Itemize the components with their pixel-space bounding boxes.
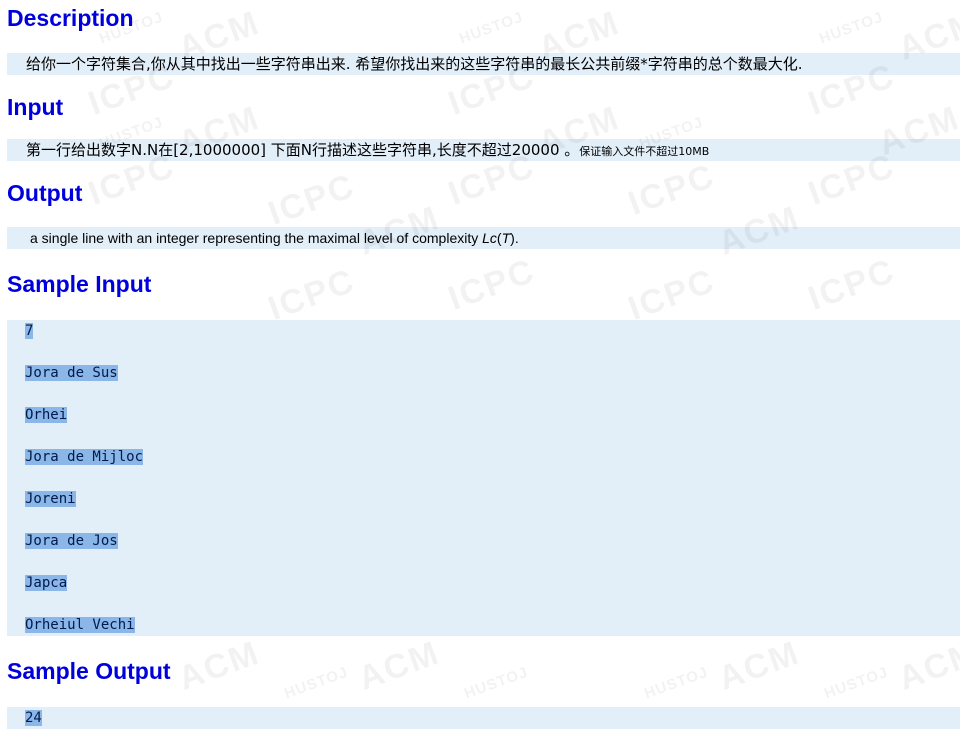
sample-input-line[interactable]: Jora de Mijloc: [25, 446, 960, 488]
sample-input-title: Sample Input: [7, 271, 152, 297]
sample-output-block: 24: [7, 707, 960, 729]
input-note: 保证输入文件不超过10MB: [579, 145, 710, 158]
input-panel: 第一行给出数字N.N在[2,1000000] 下面N行描述这些字符串,长度不超过…: [7, 139, 960, 161]
output-text-main: a single line with an integer representi…: [30, 230, 483, 246]
sample-input-line[interactable]: Jora de Sus: [25, 362, 960, 404]
description-text: 给你一个字符集合,你从其中找出一些字符串出来. 希望你找出来的这些字符串的最长公…: [26, 55, 803, 73]
output-title: Output: [7, 180, 83, 206]
output-text: a single line with an integer representi…: [7, 227, 960, 249]
sample-output-panel: 24: [7, 707, 960, 729]
sample-input-line[interactable]: Orhei: [25, 404, 960, 446]
sample-input-line[interactable]: Japca: [25, 572, 960, 614]
description-title: Description: [7, 5, 134, 31]
sample-input-line[interactable]: 7: [25, 320, 960, 362]
sample-input-panel: 7 Jora de Sus Orhei Jora de Mijloc Joren…: [7, 320, 960, 636]
input-text-line: 第一行给出数字N.N在[2,1000000] 下面N行描述这些字符串,长度不超过…: [7, 139, 960, 161]
output-panel: a single line with an integer representi…: [7, 227, 960, 249]
sample-input-line[interactable]: Jora de Jos: [25, 530, 960, 572]
description-panel: 给你一个字符集合,你从其中找出一些字符串出来. 希望你找出来的这些字符串的最长公…: [7, 53, 960, 75]
input-text: 第一行给出数字N.N在[2,1000000] 下面N行描述这些字符串,长度不超过…: [26, 141, 580, 159]
output-text-t: T: [501, 230, 511, 246]
sample-output-title: Sample Output: [7, 658, 171, 684]
sample-output-line[interactable]: 24: [25, 707, 960, 729]
problem-page: Description 给你一个字符集合,你从其中找出一些字符串出来. 希望你找…: [0, 1, 960, 729]
sample-input-block: 7 Jora de Sus Orhei Jora de Mijloc Joren…: [7, 320, 960, 636]
sample-input-line[interactable]: Orheiul Vechi: [25, 614, 960, 636]
input-title: Input: [7, 94, 64, 120]
output-text-end: ).: [510, 230, 519, 246]
sample-input-line[interactable]: Joreni: [25, 488, 960, 530]
output-text-lc: Lc: [482, 230, 497, 246]
